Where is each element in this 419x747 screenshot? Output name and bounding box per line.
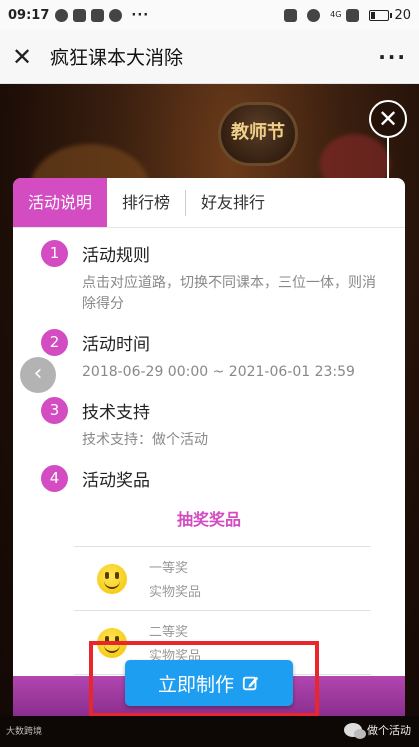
alarm-icon — [307, 8, 321, 22]
network-type: 4G — [330, 10, 342, 19]
close-overlay-button[interactable]: ✕ — [369, 100, 407, 138]
list-item: 一等奖 实物奖品 — [74, 547, 371, 611]
status-bar: 09:17 ··· 4G 20 — [0, 0, 419, 30]
prize-name: 二等奖 — [149, 625, 189, 640]
close-overlay-connector — [387, 138, 389, 178]
message-icon — [55, 8, 69, 22]
signal-icon — [346, 8, 360, 22]
image-icon — [91, 8, 105, 22]
section-prizes: 4 活动奖品 — [41, 465, 405, 492]
tab-bar: 活动说明 排行榜 好友排行 — [13, 178, 405, 228]
close-icon[interactable]: ✕ — [12, 43, 40, 71]
tab-activity-info[interactable]: 活动说明 — [13, 178, 108, 227]
game-badge: 教师节 — [218, 102, 298, 166]
weibo-icon — [109, 8, 123, 22]
activity-content: 1 活动规则 点击对应道路，切换不同课本，三位一体，则消除得分 2 活动时间 2… — [13, 228, 405, 675]
section-number: 3 — [41, 397, 68, 424]
footer-watermark: 大数跨境 — [6, 727, 43, 737]
section-time: 2 活动时间 — [41, 329, 405, 356]
section-title: 活动奖品 — [82, 471, 150, 491]
tab-friends-ranking[interactable]: 好友排行 — [186, 178, 280, 227]
battery-icon — [369, 9, 393, 21]
more-menu-icon[interactable]: ··· — [378, 45, 407, 69]
app-header: ✕ 疯狂课本大消除 ··· — [0, 30, 419, 84]
prize-name: 一等奖 — [149, 561, 189, 576]
smiley-icon — [97, 563, 127, 594]
section-description: 技术支持：做个活动 — [82, 432, 208, 448]
footer-brand: 做个活动 — [344, 722, 411, 739]
footer: 大数跨境 做个活动 — [0, 716, 419, 747]
video-icon — [73, 8, 87, 22]
section-number: 1 — [41, 240, 68, 267]
page-title: 疯狂课本大消除 — [50, 47, 184, 69]
prize-header: 抽奖奖品 — [176, 510, 241, 529]
status-time: 09:17 — [8, 7, 50, 23]
section-number: 2 — [41, 329, 68, 356]
highlight-box — [89, 641, 319, 717]
section-title: 活动规则 — [82, 246, 150, 266]
section-support: 3 技术支持 — [41, 397, 405, 424]
chevron-left-icon[interactable]: ‹ — [20, 357, 56, 393]
section-description: 2018-06-29 00:00 ~ 2021-06-01 23:59 — [82, 364, 355, 380]
section-description: 点击对应道路，切换不同课本，三位一体，则消除得分 — [82, 275, 376, 312]
section-number: 4 — [41, 465, 68, 492]
activity-info-card: 活动说明 排行榜 好友排行 1 活动规则 点击对应道路，切换不同课本，三位一体，… — [13, 178, 405, 698]
prize-type: 实物奖品 — [149, 585, 202, 600]
tab-leaderboard[interactable]: 排行榜 — [107, 178, 185, 227]
battery-level: 20 — [394, 7, 411, 23]
section-rules: 1 活动规则 — [41, 240, 405, 267]
section-title: 技术支持 — [82, 403, 150, 423]
vibrate-icon — [284, 8, 298, 22]
wechat-icon — [344, 723, 366, 739]
footer-brand-label: 做个活动 — [367, 724, 411, 737]
section-title: 活动时间 — [82, 335, 150, 355]
more-notifications-icon: ··· — [131, 7, 150, 23]
